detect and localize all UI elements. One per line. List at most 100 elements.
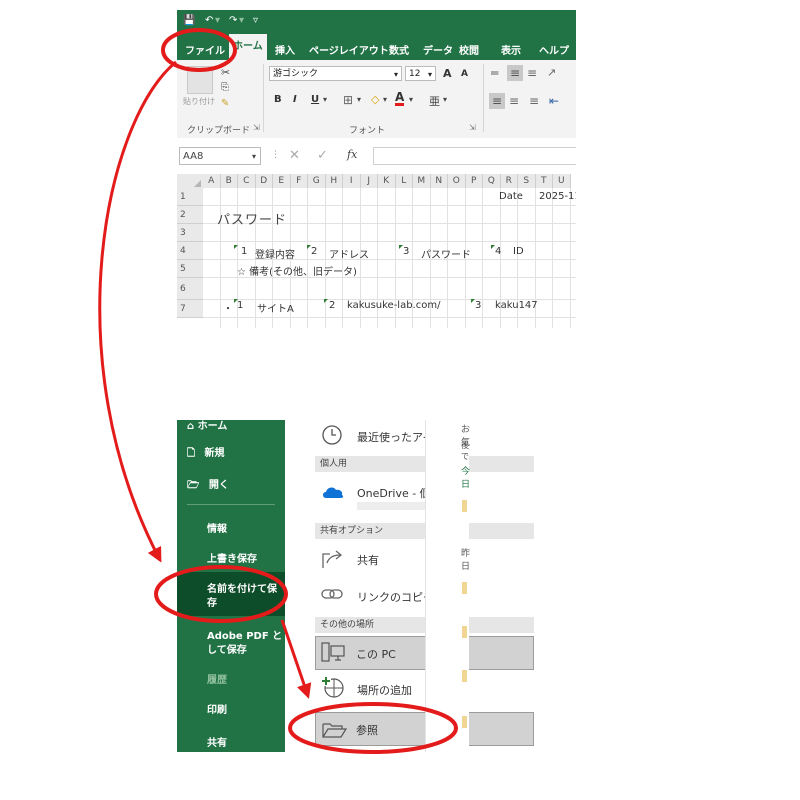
location-add-place[interactable]: 場所の追加: [357, 682, 412, 698]
cell-r6-n2[interactable]: 2: [329, 300, 335, 311]
font-name-select[interactable]: 游ゴシック ▾: [269, 66, 402, 81]
redo-dropdown-icon[interactable]: ▾: [239, 15, 244, 26]
cell-date-label[interactable]: Date: [499, 191, 523, 202]
enter-icon[interactable]: ✓: [317, 148, 328, 163]
cut-icon[interactable]: ✂: [221, 66, 230, 79]
cell-h1-label[interactable]: 登録内容: [255, 246, 295, 261]
tab-formulas[interactable]: 数式: [389, 42, 409, 57]
sidebar-item-overwrite-save[interactable]: 上書き保存: [207, 550, 257, 565]
column-header[interactable]: T: [535, 174, 553, 188]
bold-button[interactable]: B: [274, 94, 282, 105]
align-left-icon[interactable]: ≡: [489, 93, 505, 109]
cell-h2[interactable]: 2: [311, 246, 317, 257]
location-share[interactable]: 共有: [357, 552, 379, 568]
undo-dropdown-icon[interactable]: ▾: [215, 15, 220, 26]
formula-input[interactable]: [373, 147, 576, 165]
font-color-icon[interactable]: A: [395, 91, 405, 106]
column-header[interactable]: C: [238, 174, 256, 188]
cell-title[interactable]: パスワード: [217, 209, 287, 228]
paste-button[interactable]: 貼り付け: [183, 96, 215, 107]
paste-icon[interactable]: [187, 66, 213, 94]
cell-h3-label[interactable]: パスワード: [421, 246, 471, 261]
sidebar-item-adobe-pdf[interactable]: Adobe PDF と: [207, 627, 282, 642]
cell-r6-n3[interactable]: 3: [475, 300, 481, 311]
tab-file[interactable]: ファイル: [185, 42, 225, 57]
customize-qat-icon[interactable]: ▿: [253, 15, 258, 26]
save-icon[interactable]: 💾: [183, 15, 195, 26]
decrease-indent-icon[interactable]: ⇤: [549, 94, 559, 108]
column-header[interactable]: B: [220, 174, 238, 188]
column-header[interactable]: A: [203, 174, 221, 188]
name-box[interactable]: AA8 ▾: [179, 147, 261, 165]
sidebar-item-info[interactable]: 情報: [207, 520, 227, 535]
column-header[interactable]: M: [413, 174, 431, 188]
column-header[interactable]: Q: [483, 174, 501, 188]
shrink-font-button[interactable]: A: [461, 69, 468, 79]
underline-button[interactable]: U: [311, 94, 319, 105]
sidebar-item-share[interactable]: 共有: [207, 734, 227, 749]
tab-page-layout[interactable]: ページレイアウト: [309, 42, 389, 57]
column-header[interactable]: J: [360, 174, 378, 188]
fill-color-icon[interactable]: ◇: [371, 93, 379, 106]
column-header[interactable]: L: [395, 174, 413, 188]
folder-icon[interactable]: [462, 670, 467, 682]
row-header[interactable]: 6: [177, 278, 203, 300]
cell-h4-label[interactable]: ID: [513, 246, 524, 257]
cell-h4[interactable]: 4: [495, 246, 501, 257]
row-header[interactable]: 5: [177, 260, 203, 278]
location-copy-link[interactable]: リンクのコピー: [357, 589, 434, 605]
insert-function-button[interactable]: fx: [347, 148, 357, 161]
align-middle-icon[interactable]: ≡: [507, 65, 523, 81]
column-header[interactable]: O: [448, 174, 466, 188]
tab-home[interactable]: ホーム: [229, 34, 267, 60]
column-header[interactable]: F: [290, 174, 308, 188]
undo-icon[interactable]: ↶: [205, 15, 213, 26]
tab-insert[interactable]: 挿入: [275, 42, 295, 57]
font-launcher-icon[interactable]: ⇲: [469, 123, 476, 132]
chevron-down-icon[interactable]: ▾: [357, 95, 361, 104]
copy-icon[interactable]: ⎘: [221, 82, 229, 93]
align-center-icon[interactable]: ≡: [509, 94, 519, 108]
font-size-select[interactable]: 12 ▾: [405, 66, 436, 81]
phonetic-icon[interactable]: 亜: [429, 93, 440, 109]
cell-date-value[interactable]: 2025-11: [539, 191, 576, 202]
row-header[interactable]: 1: [177, 188, 203, 206]
chevron-down-icon[interactable]: ▾: [383, 95, 387, 104]
cancel-icon[interactable]: ✕: [289, 148, 300, 163]
column-header[interactable]: N: [430, 174, 448, 188]
row-header[interactable]: 7: [177, 300, 203, 318]
row-header[interactable]: 2: [177, 206, 203, 224]
clipboard-launcher-icon[interactable]: ⇲: [253, 123, 260, 132]
sidebar-item-new[interactable]: 🗋 新規: [187, 444, 225, 463]
cell-r6-bullet[interactable]: ・: [223, 300, 233, 315]
row-header[interactable]: 4: [177, 242, 203, 260]
sidebar-item-save-as[interactable]: 名前を付けて保 存: [177, 572, 285, 616]
chevron-down-icon[interactable]: ▾: [409, 95, 413, 104]
redo-icon[interactable]: ↷: [229, 15, 237, 26]
tab-review[interactable]: 校閲: [459, 42, 479, 57]
column-header[interactable]: U: [553, 174, 571, 188]
cell-note[interactable]: ☆ 備考(その他、旧データ): [237, 263, 357, 278]
cell-h1[interactable]: 1: [241, 246, 247, 257]
tab-help[interactable]: ヘルプ: [539, 42, 569, 57]
sidebar-item-open[interactable]: 🗁 開く: [187, 476, 229, 495]
italic-button[interactable]: I: [293, 94, 297, 105]
column-header[interactable]: P: [465, 174, 483, 188]
sidebar-item-adobe-pdf-cont[interactable]: して保存: [207, 641, 247, 656]
cell-r6-site[interactable]: サイトA: [257, 300, 294, 315]
column-header[interactable]: H: [325, 174, 343, 188]
tab-data[interactable]: データ: [423, 42, 453, 57]
sidebar-item-print[interactable]: 印刷: [207, 701, 227, 716]
cell-h2-label[interactable]: アドレス: [329, 246, 369, 261]
folder-icon[interactable]: [462, 716, 467, 728]
column-header[interactable]: G: [308, 174, 326, 188]
column-header[interactable]: S: [518, 174, 536, 188]
align-right-icon[interactable]: ≡: [529, 94, 539, 108]
format-painter-icon[interactable]: ✎: [221, 98, 229, 109]
folder-icon[interactable]: [462, 582, 467, 594]
align-bottom-icon[interactable]: ≡: [527, 66, 537, 80]
column-header[interactable]: K: [378, 174, 396, 188]
grow-font-button[interactable]: A: [443, 67, 452, 80]
chevron-down-icon[interactable]: ▾: [323, 95, 327, 104]
select-all-corner[interactable]: [177, 174, 203, 188]
